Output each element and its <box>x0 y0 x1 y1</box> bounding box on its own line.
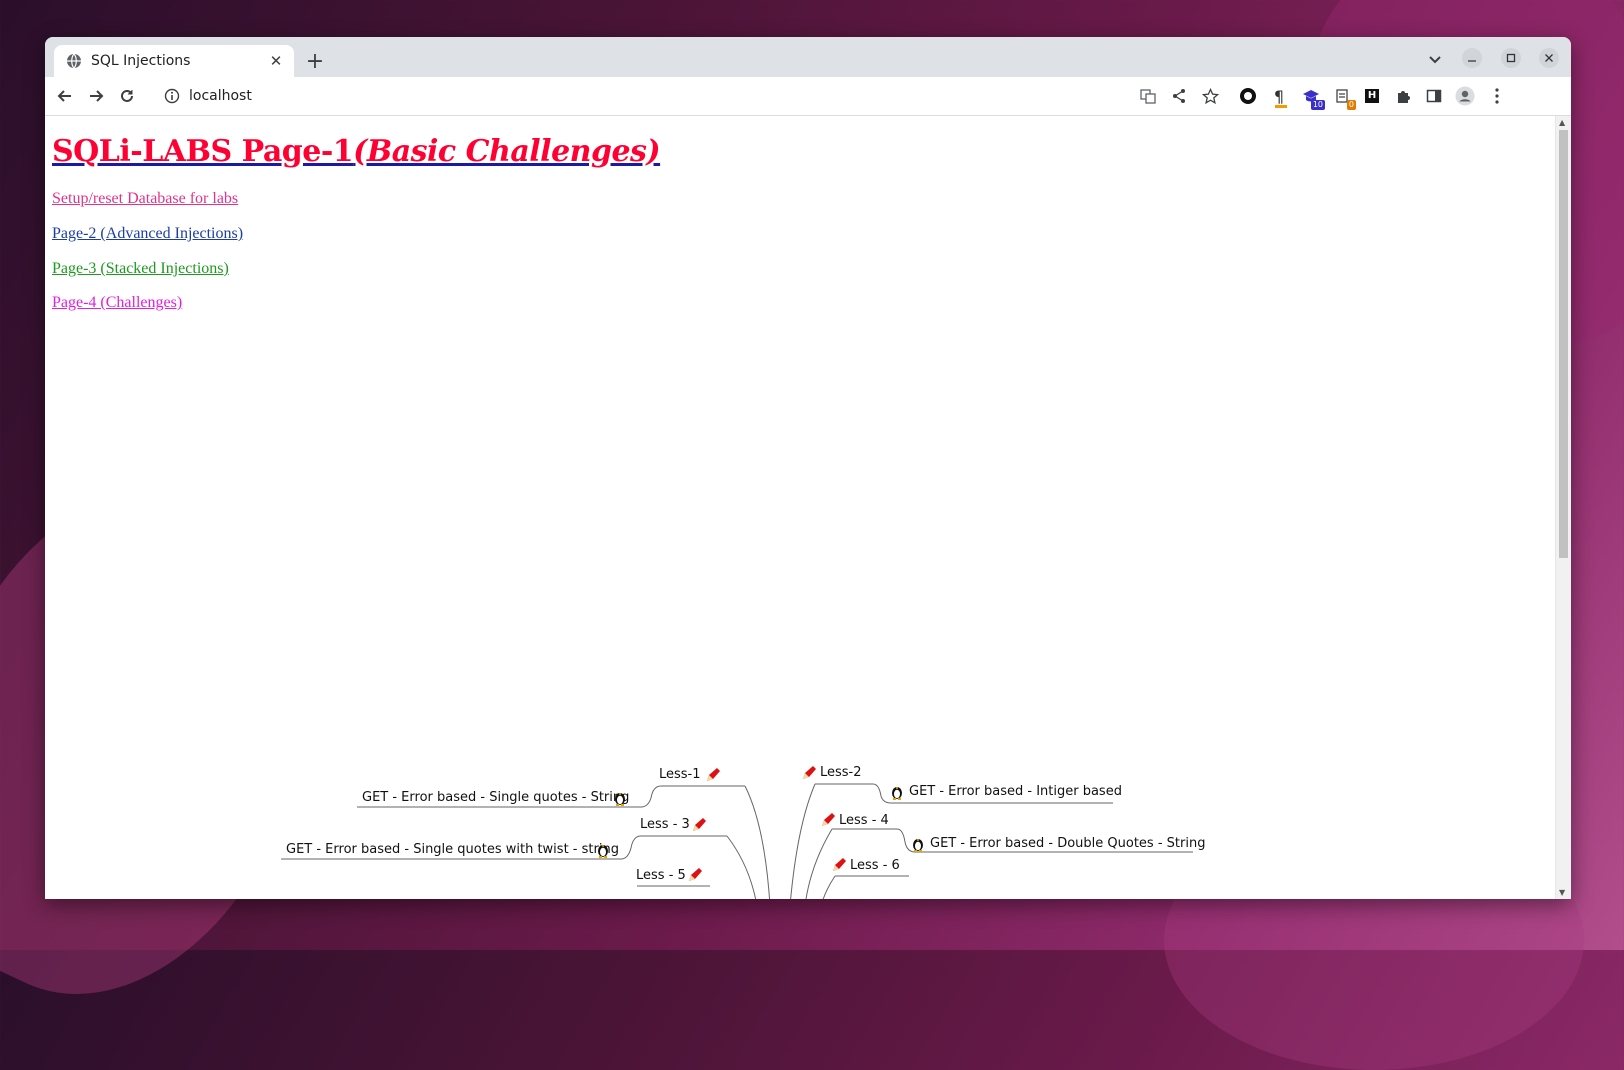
puzzle-icon[interactable] <box>1393 86 1413 106</box>
minimize-button[interactable] <box>1462 48 1482 68</box>
tux-icon <box>598 845 608 858</box>
info-icon[interactable] <box>164 88 180 104</box>
close-tab-icon[interactable]: ✕ <box>268 52 284 70</box>
address-bar[interactable]: localhost <box>150 81 1220 111</box>
back-button[interactable] <box>53 84 77 108</box>
reload-button[interactable] <box>115 84 139 108</box>
chevron-down-icon[interactable] <box>1425 49 1445 69</box>
close-icon <box>1545 54 1553 62</box>
page-title-sub: (Basic Challenges) <box>353 134 661 169</box>
page-2-link[interactable]: Page-2 (Advanced Injections) <box>52 225 243 243</box>
scrollbar-thumb[interactable] <box>1559 130 1568 558</box>
maximize-button[interactable] <box>1501 48 1521 68</box>
page-content: SQLi-LABS Page-1(Basic Challenges) Setup… <box>45 116 1550 899</box>
translate-icon[interactable] <box>1138 86 1158 106</box>
pencil-icon <box>822 813 835 826</box>
mindmap-lines <box>281 783 1193 899</box>
forward-button[interactable] <box>84 84 108 108</box>
share-icon[interactable] <box>1169 86 1189 106</box>
extension-circle-icon[interactable] <box>1238 86 1258 106</box>
page-4-link[interactable]: Page-4 (Challenges) <box>52 294 182 312</box>
lesson-1-label[interactable]: Less-1 <box>659 767 701 782</box>
setup-database-link[interactable]: Setup/reset Database for labs <box>52 190 238 208</box>
pencil-icon <box>803 766 816 779</box>
close-window-button[interactable] <box>1539 48 1559 68</box>
scroll-up-icon[interactable]: ▲ <box>1559 118 1565 127</box>
tab-strip: SQL Injections ✕ + <box>45 37 1571 77</box>
maximize-icon <box>1506 53 1516 63</box>
tux-icon <box>913 839 923 852</box>
side-panel-icon[interactable] <box>1424 86 1444 106</box>
scroll-down-icon[interactable]: ▼ <box>1559 888 1565 897</box>
lesson-5-label[interactable]: Less - 5 <box>636 868 686 883</box>
star-icon[interactable] <box>1200 86 1220 106</box>
pencil-icon <box>707 768 720 781</box>
extension-h-icon[interactable]: H <box>1362 86 1382 106</box>
url-text: localhost <box>189 88 252 104</box>
lesson-2-description[interactable]: GET - Error based - Intiger based <box>909 784 1122 799</box>
lessons-mindmap: Less-1 GET - Error based - Single quotes… <box>45 736 1550 899</box>
extension-badge: 10 <box>1310 100 1325 110</box>
vertical-scrollbar[interactable]: ▲ ▼ <box>1555 116 1571 899</box>
minimize-icon <box>1468 60 1476 62</box>
extension-graduation-icon[interactable]: 10 <box>1301 86 1325 110</box>
tab-sql-injections[interactable]: SQL Injections ✕ <box>54 45 294 77</box>
page-3-link[interactable]: Page-3 (Stacked Injections) <box>52 260 229 278</box>
browser-window: SQL Injections ✕ + localhost ¶ 10 0 H SQ… <box>45 37 1571 899</box>
arrow-right-icon <box>90 90 104 102</box>
menu-kebab-icon[interactable] <box>1487 86 1507 106</box>
profile-avatar-icon[interactable] <box>1455 86 1475 106</box>
pencil-icon <box>693 818 706 831</box>
extension-pilcrow-icon[interactable]: ¶ <box>1269 86 1289 108</box>
lesson-3-label[interactable]: Less - 3 <box>640 817 690 832</box>
pencil-icon <box>689 868 702 881</box>
lesson-6-label[interactable]: Less - 6 <box>850 858 900 873</box>
page-title[interactable]: SQLi-LABS Page-1(Basic Challenges) <box>52 134 661 169</box>
lesson-3-description[interactable]: GET - Error based - Single quotes with t… <box>286 842 619 857</box>
browser-toolbar: localhost ¶ 10 0 H <box>45 77 1571 116</box>
new-tab-button[interactable]: + <box>303 49 327 74</box>
tab-title: SQL Injections <box>91 53 191 69</box>
pencil-icon <box>833 858 846 871</box>
tux-icon <box>615 793 625 806</box>
lesson-1-description[interactable]: GET - Error based - Single quotes - Stri… <box>362 790 629 805</box>
extension-clipboard-icon[interactable]: 0 <box>1332 86 1356 110</box>
lesson-2-label[interactable]: Less-2 <box>820 765 862 780</box>
globe-icon <box>67 53 81 69</box>
page-title-main: SQLi-LABS Page-1 <box>52 134 354 169</box>
lesson-4-label[interactable]: Less - 4 <box>839 813 889 828</box>
lesson-4-description[interactable]: GET - Error based - Double Quotes - Stri… <box>930 836 1205 851</box>
extension-badge: 0 <box>1346 100 1356 110</box>
arrow-left-icon <box>57 90 71 102</box>
reload-icon <box>121 89 133 102</box>
tux-icon <box>892 787 902 800</box>
